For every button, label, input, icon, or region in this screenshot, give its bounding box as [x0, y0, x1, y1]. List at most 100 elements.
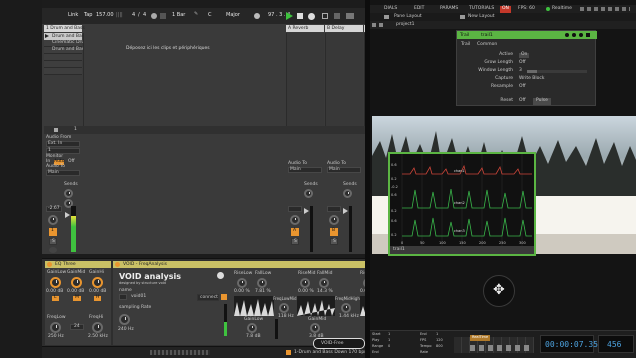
clip-drop-area[interactable]: Déposez ici les clips et périphériques — [83, 33, 285, 128]
track-volume-field[interactable]: -2.67 — [46, 206, 62, 212]
fall-mid-knob[interactable] — [319, 278, 329, 288]
network-path[interactable]: project1 — [396, 22, 414, 28]
freq-mid-high-knob[interactable] — [341, 303, 351, 313]
band-low-toggle[interactable]: L — [52, 295, 59, 301]
clip-slot[interactable]: Drum and Bass — [44, 33, 86, 40]
param-value[interactable]: Off — [519, 60, 526, 66]
gain-low-knob[interactable] — [247, 323, 257, 333]
pan-knob[interactable] — [290, 215, 300, 225]
solo-button[interactable]: S — [330, 238, 338, 245]
param-value[interactable]: On — [519, 52, 530, 58]
volume-fader-handle[interactable] — [304, 208, 309, 214]
record-icon[interactable] — [308, 13, 315, 20]
param-close-icon[interactable] — [586, 33, 590, 37]
clip-slot[interactable] — [44, 54, 82, 61]
volume-field[interactable] — [288, 206, 302, 212]
gain-low-knob[interactable] — [50, 277, 61, 288]
draw-pencil-icon[interactable]: ✎ — [194, 12, 198, 17]
pane-layout-tab[interactable]: Pane Layout — [394, 14, 422, 20]
track-activator-button[interactable]: B — [330, 228, 338, 236]
menu-dials[interactable]: DIALS — [384, 6, 397, 12]
realtime-toggle[interactable]: Realtime — [552, 6, 572, 12]
param-help-icon[interactable] — [565, 33, 569, 37]
pulse-button[interactable]: Pulse — [533, 98, 551, 105]
rise-low-knob[interactable] — [237, 278, 247, 288]
solo-button[interactable]: S — [49, 238, 57, 245]
arm-button[interactable] — [49, 247, 57, 253]
timeline-value[interactable]: 1 — [388, 338, 390, 343]
rise-mid-knob[interactable] — [300, 278, 310, 288]
time-sig-numerator[interactable]: 4 — [132, 13, 135, 18]
play-icon[interactable] — [286, 12, 293, 20]
status-device-box[interactable]: VOID-Free — [313, 338, 365, 349]
gain-hi-knob[interactable] — [92, 277, 103, 288]
pan-knob[interactable] — [48, 215, 58, 225]
tab-common[interactable]: Common — [477, 42, 497, 48]
clip-play-icon[interactable] — [45, 34, 49, 38]
gain-mid-knob[interactable] — [71, 277, 82, 288]
band-mid-toggle[interactable]: M — [73, 295, 81, 301]
volume-fader-handle[interactable] — [343, 208, 348, 214]
device-on-icon[interactable] — [115, 262, 120, 267]
return-a-audio-to-select[interactable]: Main — [288, 167, 322, 173]
connect-button[interactable]: connect — [197, 294, 219, 301]
link-button[interactable]: Link — [68, 13, 78, 18]
menu-tutorials[interactable]: TUTORIALS — [469, 6, 494, 12]
trail-node[interactable]: chan1 chan2 chan3 0.6 0.2 -0.2 0.6 0.2 0… — [388, 152, 536, 256]
up-icon[interactable] — [379, 23, 383, 27]
audio-to-select[interactable]: Main — [46, 170, 80, 176]
track-header-1[interactable]: 1 Drum and Bass — [44, 25, 85, 32]
audio-from-select[interactable]: Ext. In — [46, 141, 80, 147]
rate-mode[interactable]: RealTime — [470, 335, 491, 341]
slope-select[interactable]: 24 — [70, 324, 84, 330]
volume-fader-handle[interactable] — [65, 212, 70, 218]
stop-icon[interactable] — [297, 13, 303, 19]
monitor-off-button[interactable]: Off — [68, 159, 75, 165]
tab-trail[interactable]: Trail — [461, 42, 470, 48]
overdub-icon[interactable] — [322, 13, 328, 19]
key-select[interactable]: C — [208, 13, 212, 18]
follow-icon[interactable] — [160, 13, 166, 19]
param-info-icon[interactable] — [572, 33, 576, 37]
clip-slot[interactable] — [44, 68, 82, 75]
menu-params[interactable]: PARAMS — [440, 6, 458, 12]
freq-low-knob[interactable] — [50, 322, 61, 333]
param-gear-icon[interactable] — [579, 33, 583, 37]
timecode-display[interactable]: 00:00:07.35 — [540, 335, 598, 353]
transport-buttons[interactable] — [470, 345, 530, 351]
volume-field[interactable] — [327, 206, 341, 212]
pane-icon[interactable] — [384, 15, 389, 19]
panel-divider[interactable] — [365, 0, 370, 358]
status-clip-name[interactable]: 1-Drum and Bass Down 170 bpm — [294, 350, 369, 356]
capture-icon[interactable] — [346, 13, 354, 19]
track-activator-button[interactable]: 1 — [49, 228, 57, 236]
send-knob[interactable] — [304, 189, 313, 198]
param-value[interactable]: 3 — [519, 68, 522, 74]
send-knob[interactable] — [343, 189, 352, 198]
stop-clip-icon[interactable] — [54, 128, 58, 132]
name-input[interactable] — [119, 294, 127, 300]
track-activator-button[interactable]: A — [291, 228, 299, 236]
track-header-b-delay[interactable]: B Delay — [325, 25, 363, 32]
return-b-audio-to-select[interactable]: Main — [327, 167, 361, 173]
new-layout-tab[interactable]: New Layout — [468, 14, 495, 20]
timeline-value[interactable]: 120 — [436, 338, 443, 343]
freq-hi-knob[interactable] — [92, 322, 103, 333]
timeline-value[interactable]: 800 — [436, 344, 443, 349]
tap-button[interactable]: Tap — [84, 13, 92, 18]
freq-low-mid-knob[interactable] — [279, 303, 289, 313]
record-arm-icon[interactable] — [254, 13, 260, 19]
solo-button[interactable]: S — [291, 238, 299, 245]
timeline-value[interactable]: 1 — [436, 332, 438, 337]
scale-select[interactable]: Major — [226, 13, 240, 18]
clip-slot[interactable] — [44, 61, 82, 68]
menu-edit[interactable]: EDIT — [414, 6, 424, 12]
frame-display[interactable]: 456 — [598, 335, 634, 353]
pane-icon[interactable] — [460, 15, 465, 19]
gain-mid-knob[interactable] — [310, 323, 320, 333]
clip-slot[interactable]: Drum and Bass — [44, 47, 86, 54]
quantization-select[interactable]: 1 Bar — [172, 13, 185, 18]
param-value[interactable]: Off — [519, 84, 526, 90]
send-a-knob[interactable] — [64, 189, 73, 198]
settings-icons[interactable] — [580, 7, 630, 11]
